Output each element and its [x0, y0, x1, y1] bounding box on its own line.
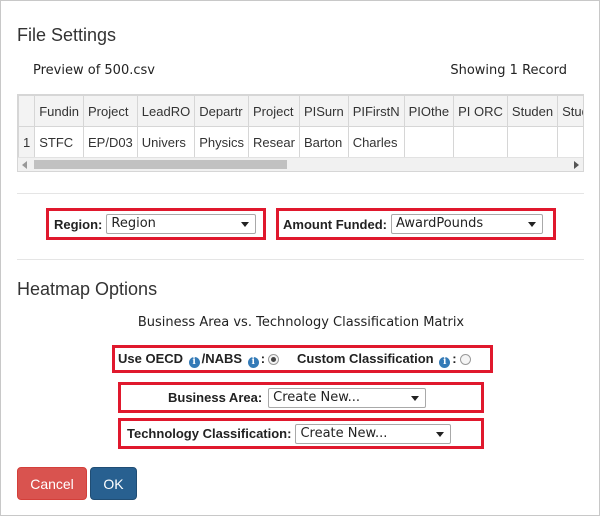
- colon-text: :: [260, 350, 266, 366]
- preview-grid[interactable]: Fundin Project LeadRO Departr Project PI…: [17, 94, 584, 172]
- caret-down-icon: [241, 222, 250, 227]
- caret-down-icon: [527, 222, 536, 227]
- caret-down-icon: [411, 395, 420, 401]
- table-cell[interactable]: Resear: [248, 126, 300, 158]
- column-header[interactable]: LeadRO: [136, 95, 196, 127]
- record-count: Showing 1 Record: [450, 63, 567, 78]
- column-header[interactable]: Project: [248, 95, 300, 127]
- table-cell[interactable]: [403, 126, 455, 158]
- table-cell[interactable]: Barton: [298, 126, 349, 158]
- amount-funded-select-value: AwardPounds: [395, 216, 484, 231]
- custom-classification-text: Custom Classification: [297, 350, 438, 366]
- corner-cell: [18, 95, 36, 127]
- table-cell[interactable]: Charles: [347, 126, 405, 158]
- technology-classification-label: Technology Classification:: [127, 426, 292, 441]
- column-header[interactable]: PIFirstN: [347, 95, 405, 127]
- region-select-value: Region: [111, 216, 156, 231]
- table-cell[interactable]: STFC: [34, 126, 84, 158]
- dialog-title: File Settings: [17, 25, 117, 45]
- amount-funded-group: Amount Funded: AwardPounds: [276, 208, 556, 240]
- amount-funded-select[interactable]: AwardPounds: [390, 214, 543, 234]
- caret-down-icon: [436, 431, 445, 437]
- business-area-select[interactable]: Create New...: [268, 387, 427, 408]
- table-cell[interactable]: [506, 126, 559, 158]
- column-header[interactable]: Project: [82, 95, 138, 127]
- colon-text: :: [452, 350, 457, 366]
- header-row: Fundin Project LeadRO Departr Project PI…: [18, 95, 583, 127]
- ok-button[interactable]: OK: [90, 467, 137, 500]
- business-area-select-value: Create New...: [273, 389, 361, 405]
- preview-table: Fundin Project LeadRO Departr Project PI…: [18, 95, 583, 158]
- column-header[interactable]: PISurn: [298, 95, 349, 127]
- column-header[interactable]: PI ORC: [453, 95, 508, 127]
- scroll-right-icon[interactable]: [574, 161, 579, 169]
- column-header[interactable]: Studen: [506, 95, 559, 127]
- table-cell[interactable]: [453, 126, 508, 158]
- region-group: Region: Region: [46, 208, 266, 240]
- column-header[interactable]: PIOthe: [403, 95, 455, 127]
- scroll-left-icon[interactable]: [22, 161, 27, 169]
- nabs-info-icon[interactable]: i: [247, 356, 259, 368]
- classification-choice-group: Use OECD i/NABS i: Custom Classification…: [112, 345, 493, 373]
- matrix-description: Business Area vs. Technology Classificat…: [137, 315, 465, 330]
- table-row: 1 STFC EP/D03 Univers Physics Resear Bar…: [18, 126, 583, 158]
- file-settings-dialog: File Settings Preview of 500.csv Showing…: [0, 0, 600, 516]
- table-cell[interactable]: Physics: [194, 126, 250, 158]
- column-header[interactable]: Fundin: [34, 95, 84, 127]
- preview-filename: Preview of 500.csv: [33, 63, 155, 78]
- use-oecd-text: Use OECD: [118, 350, 187, 366]
- use-oecd-radio[interactable]: [268, 353, 280, 365]
- table-cell[interactable]: EP/D03: [82, 126, 138, 158]
- custom-classification-label: Custom Classification i:: [297, 350, 457, 368]
- technology-classification-select[interactable]: Create New...: [295, 423, 452, 444]
- region-select[interactable]: Region: [106, 214, 257, 234]
- business-area-label: Business Area:: [168, 390, 263, 405]
- business-area-group: Business Area: Create New...: [118, 382, 484, 413]
- technology-classification-select-value: Create New...: [300, 425, 388, 441]
- scrollbar-thumb[interactable]: [34, 160, 287, 169]
- table-cell[interactable]: [557, 126, 583, 158]
- nabs-text: /NABS: [201, 350, 246, 366]
- custom-info-icon[interactable]: i: [439, 356, 451, 368]
- technology-classification-group: Technology Classification: Create New...: [118, 418, 484, 449]
- horizontal-scrollbar[interactable]: [18, 157, 583, 171]
- region-label: Region:: [54, 216, 103, 232]
- oecd-info-icon[interactable]: i: [188, 356, 200, 368]
- cancel-button[interactable]: Cancel: [17, 467, 87, 500]
- column-header[interactable]: Stude: [557, 95, 583, 127]
- table-cell[interactable]: Univers: [136, 126, 196, 158]
- row-number: 1: [18, 126, 36, 158]
- heatmap-options-title: Heatmap Options: [17, 279, 158, 299]
- use-oecd-label: Use OECD i/NABS i:: [118, 351, 265, 368]
- column-header[interactable]: Departr: [194, 95, 250, 127]
- divider: [17, 259, 584, 260]
- divider: [17, 193, 584, 194]
- custom-classification-radio[interactable]: [459, 353, 471, 365]
- amount-funded-label: Amount Funded:: [283, 216, 387, 232]
